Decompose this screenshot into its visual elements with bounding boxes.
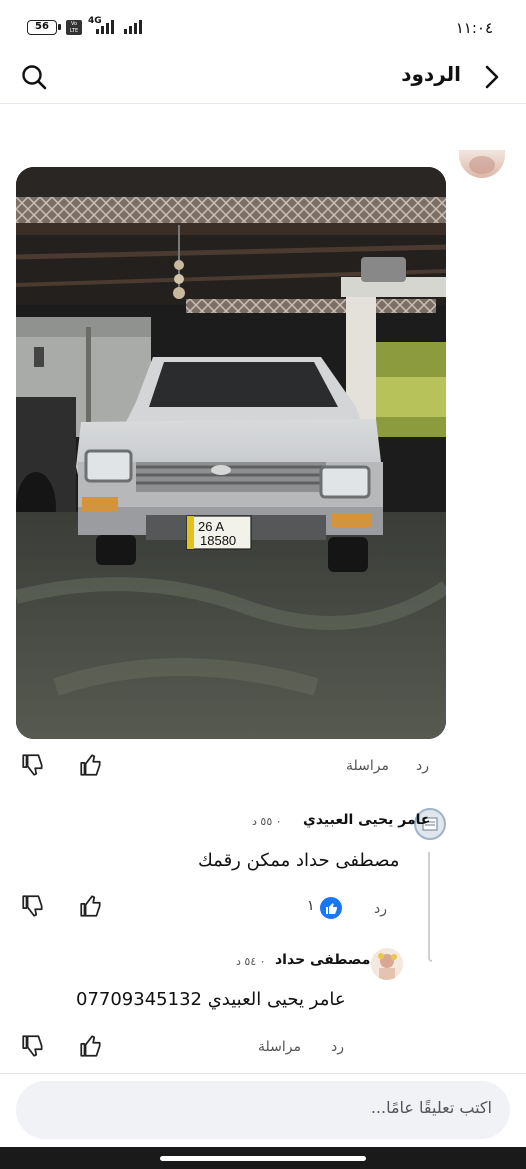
thumbs-down-icon[interactable] [20,752,46,778]
thumbs-up-icon[interactable] [78,893,104,919]
home-indicator[interactable] [160,1156,366,1161]
plate-top-text: 26 A [198,519,224,534]
message-button[interactable]: مراسلة [258,1039,301,1055]
status-bar: 56 Vo LTE 4G ١١:٠٤ [0,0,526,54]
comment-text: عامر يحيى العبيدي 07709345132 [76,989,346,1010]
thumbs-up-icon[interactable] [78,752,104,778]
page-title: الردود [401,62,461,86]
search-icon[interactable] [19,62,49,92]
clock: ١١:٠٤ [455,19,493,37]
divider [0,1073,526,1074]
reply-button[interactable]: رد [374,901,387,917]
comment-author[interactable]: عامر يحيى العبيدي [303,812,430,828]
thumbs-down-icon[interactable] [20,893,46,919]
signal-icon [96,20,114,34]
comment-author[interactable]: مصطفى حداد [275,952,370,968]
top-app-bar: الردود [0,54,526,104]
comment-time: ٠ ٥٥ د [252,815,282,828]
comment-text: مصطفى حداد ممكن رقمك [198,850,400,871]
system-nav-bar [0,1147,526,1169]
like-reaction-icon[interactable] [320,897,342,919]
thumbs-up-icon[interactable] [78,1033,104,1059]
message-button[interactable]: مراسلة [346,758,389,774]
comment-input[interactable]: اكتب تعليقًا عامًا... [16,1081,510,1139]
reply-button[interactable]: رد [331,1039,344,1055]
volte-icon: Vo LTE [66,20,82,35]
comment-input-placeholder: اكتب تعليقًا عامًا... [370,1098,492,1117]
reply-button[interactable]: رد [416,758,429,774]
comment-action-row: رد [0,893,526,923]
post-photo[interactable]: 26 A 18580 [16,167,446,739]
thumbs-down-icon[interactable] [20,1033,46,1059]
comment-action-row: مراسلة رد [0,1033,526,1063]
commenter-avatar-partial[interactable] [459,150,505,178]
signal-icon-2 [124,20,142,34]
post-action-row: مراسلة رد [0,752,526,782]
avatar[interactable] [371,948,403,980]
plate-bottom-text: 18580 [200,533,236,548]
like-count: ١ [307,898,315,914]
comment-time: ٠ ٥٤ د [236,955,266,968]
battery-icon: 56 [27,20,61,35]
chevron-right-icon[interactable] [480,63,504,91]
